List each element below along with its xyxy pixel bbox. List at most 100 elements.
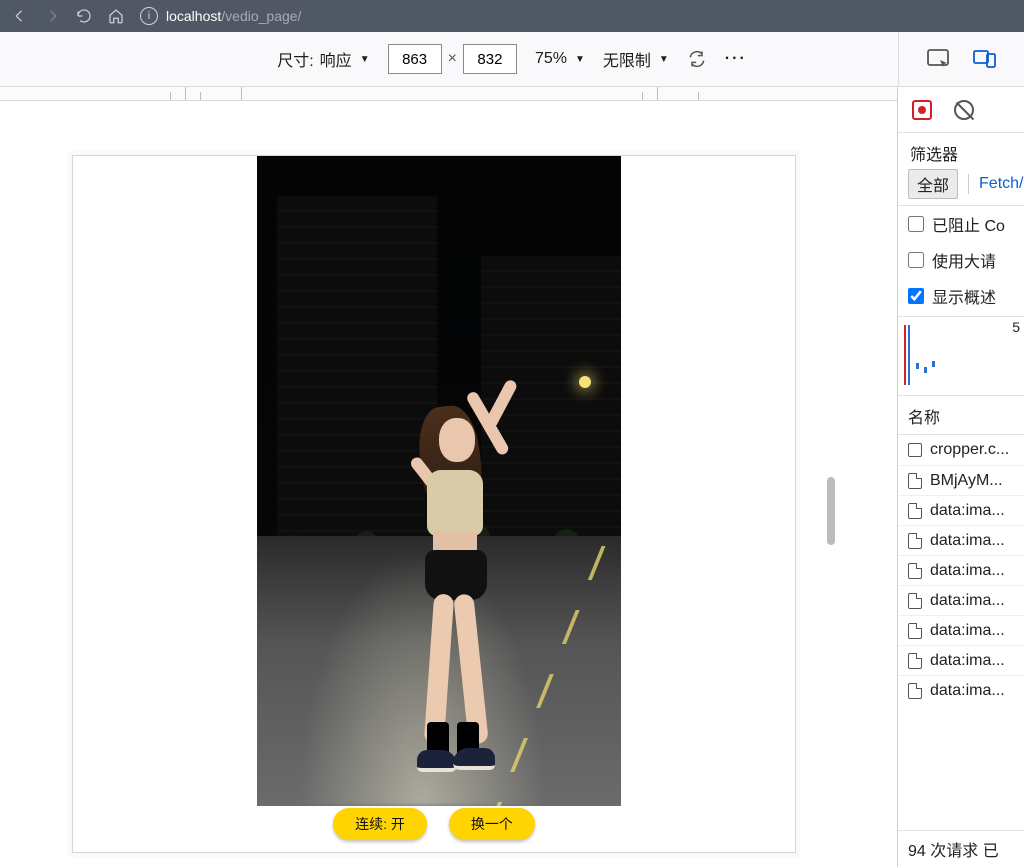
dimension-separator: × [448,50,457,68]
file-icon [908,473,922,489]
request-name: data:ima... [930,682,1005,700]
request-row[interactable]: cropper.c... [898,435,1024,465]
throttling-selector[interactable]: 无限制 ▼ [603,47,669,71]
person-figure [369,366,529,766]
reload-icon [75,7,93,25]
back-button[interactable] [4,2,36,30]
element-picker-icon [926,48,952,70]
timeline-marker [904,325,906,385]
more-options-button[interactable]: ··· [725,50,747,68]
file-icon [908,653,922,669]
device-mode-button[interactable] [972,48,998,70]
request-row[interactable]: data:ima... [898,585,1024,615]
clear-button[interactable] [954,100,974,120]
continuous-toggle-button[interactable]: 连续: 开 [333,808,427,840]
network-status-bar: 94 次请求 已 [898,830,1024,867]
street-lamp [579,376,591,388]
device-selector[interactable]: 尺寸: 响应 ▼ [277,47,369,71]
request-name: cropper.c... [930,441,1009,459]
request-row[interactable]: data:ima... [898,645,1024,675]
request-name: data:ima... [930,622,1005,640]
dimensions-group: × [388,44,517,74]
device-mode-icon [972,48,998,70]
request-row[interactable]: data:ima... [898,675,1024,705]
file-icon [908,683,922,699]
rotate-icon [687,49,707,69]
timeline-bar [916,363,919,369]
request-name: data:ima... [930,652,1005,670]
request-name: BMjAyM... [930,472,1003,490]
size-label: 尺寸: [277,47,313,71]
timeline-bar [924,367,927,373]
arrow-right-icon [43,7,61,25]
timeline-marker [908,325,910,385]
viewport-area: 连续: 开 换一个 [0,87,897,867]
chevron-down-icon: ▼ [659,54,669,65]
emulated-page[interactable]: 连续: 开 换一个 [72,155,796,853]
site-info-icon[interactable]: i [140,7,158,25]
chevron-down-icon: ▼ [575,54,585,65]
filter-all-chip[interactable]: 全部 [908,169,958,199]
controls-row: 连续: 开 换一个 [73,808,795,840]
devtools-action-row [898,87,1024,133]
file-icon [908,593,922,609]
timeline-tick-label: 5 [1012,319,1020,335]
element-picker-button[interactable] [926,48,952,70]
zoom-selector[interactable]: 75% ▼ [535,50,585,68]
network-timeline[interactable]: 5 [898,316,1024,396]
large-rows-checkbox[interactable] [908,252,924,268]
request-row[interactable]: data:ima... [898,615,1024,645]
file-icon [908,533,922,549]
file-icon [908,503,922,519]
overview-label: 显示概述 [932,284,996,308]
width-input[interactable] [388,44,442,74]
request-name: data:ima... [930,592,1005,610]
more-icon: ··· [725,50,747,68]
scrollbar-thumb[interactable] [827,477,835,545]
url-bar[interactable]: i localhost/vedio_page/ [132,3,1020,29]
horizontal-ruler [0,87,897,101]
main-split: 连续: 开 换一个 筛选器 全部 Fetch/ 已阻止 Co 使用大请 显示概述 [0,87,1024,867]
url-host: localhost [166,8,221,24]
request-name: data:ima... [930,562,1005,580]
record-button[interactable] [912,100,932,120]
filter-fetch-link[interactable]: Fetch/ [979,175,1023,193]
file-icon [908,563,922,579]
request-name: data:ima... [930,502,1005,520]
checkbox-icon [908,443,922,457]
devtools-panel: 筛选器 全部 Fetch/ 已阻止 Co 使用大请 显示概述 5 名称 crop [897,87,1024,867]
overview-checkbox[interactable] [908,288,924,304]
arrow-left-icon [11,7,29,25]
column-header-name[interactable]: 名称 [898,396,1024,435]
large-rows-label: 使用大请 [932,248,996,272]
request-row[interactable]: BMjAyM... [898,465,1024,495]
request-row[interactable]: data:ima... [898,495,1024,525]
throttling-value: 无限制 [603,47,651,71]
request-list[interactable]: cropper.c... BMjAyM... data:ima... data:ima… [898,435,1024,830]
file-icon [908,623,922,639]
large-rows-checkbox-row[interactable]: 使用大请 [898,242,1024,278]
device-name: 响应 [320,47,352,71]
browser-chrome: i localhost/vedio_page/ [0,0,1024,32]
home-button[interactable] [100,2,132,30]
request-type-filter: 全部 Fetch/ [898,169,1024,206]
next-button[interactable]: 换一个 [449,808,535,840]
forward-button[interactable] [36,2,68,30]
blocked-cookies-label: 已阻止 Co [932,212,1005,236]
reload-button[interactable] [68,2,100,30]
rotate-button[interactable] [687,49,707,69]
video-frame[interactable] [257,156,621,806]
request-name: data:ima... [930,532,1005,550]
home-icon [107,7,125,25]
url-path: /vedio_page/ [221,8,301,24]
request-row[interactable]: data:ima... [898,525,1024,555]
request-row[interactable]: data:ima... [898,555,1024,585]
overview-checkbox-row[interactable]: 显示概述 [898,278,1024,314]
zoom-value: 75% [535,50,567,68]
blocked-cookies-checkbox[interactable] [908,216,924,232]
height-input[interactable] [463,44,517,74]
filter-label: 筛选器 [898,133,1024,169]
blocked-cookies-checkbox-row[interactable]: 已阻止 Co [898,206,1024,242]
devtools-top-right [898,32,1024,86]
responsive-design-toolbar: 尺寸: 响应 ▼ × 75% ▼ 无限制 ▼ ··· [0,32,1024,87]
